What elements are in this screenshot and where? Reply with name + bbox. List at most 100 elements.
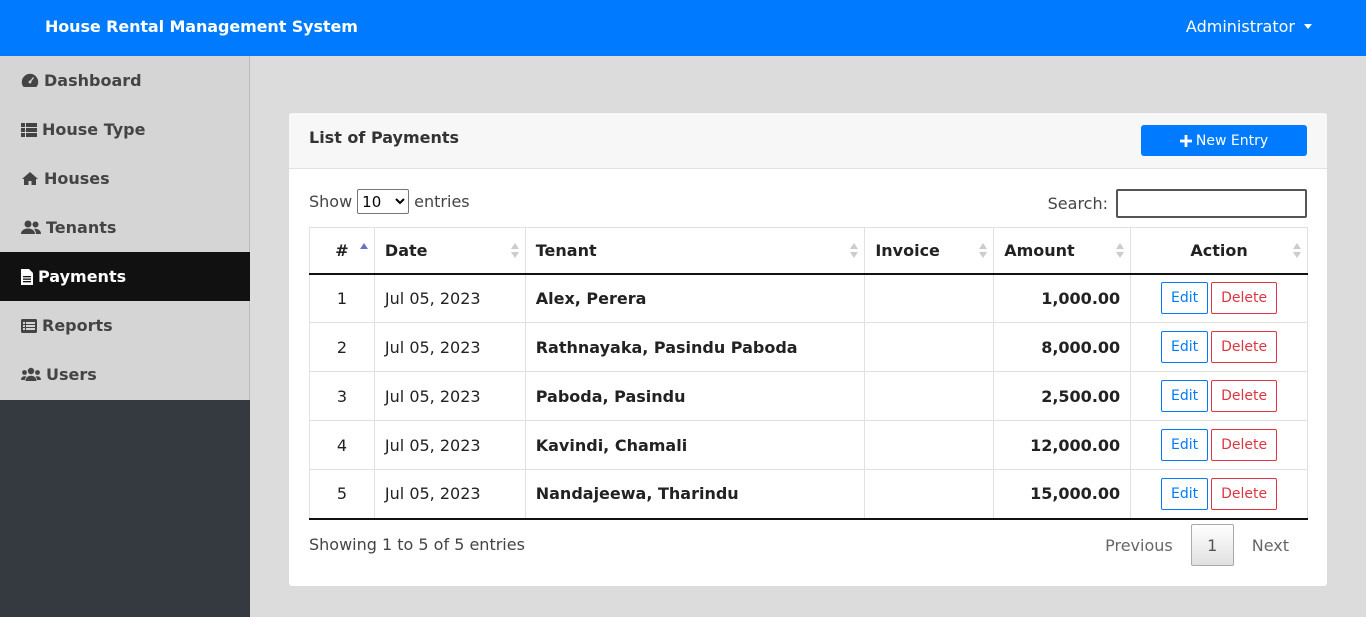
table-info: Showing 1 to 5 of 5 entries — [309, 535, 525, 554]
entries-label: entries — [414, 192, 470, 211]
cell-date: Jul 05, 2023 — [373, 273, 526, 323]
cell-action: Edit Delete — [1130, 322, 1308, 372]
new-entry-label: New Entry — [1195, 132, 1269, 149]
search-label: Search: — [1047, 194, 1108, 213]
cell-num: 1 — [309, 273, 375, 323]
cell-invoice — [864, 420, 995, 470]
users-icon — [21, 367, 41, 381]
sidebar-item-label: House Type — [42, 120, 146, 139]
cell-amount: 15,000.00 — [993, 469, 1132, 520]
user-menu[interactable]: Administrator — [1186, 17, 1312, 36]
table-row: 2 Jul 05, 2023 Rathnayaka, Pasindu Pabod… — [309, 322, 1308, 372]
cell-tenant: Rathnayaka, Pasindu Paboda — [524, 322, 866, 372]
payments-card: List of Payments New Entry Show 10 entri… — [289, 113, 1327, 586]
list-alt-icon — [21, 318, 37, 333]
cell-invoice — [864, 371, 995, 421]
column-header-invoice[interactable]: Invoice — [864, 227, 995, 275]
cell-invoice — [864, 469, 995, 520]
edit-button[interactable]: Edit — [1161, 429, 1209, 461]
cell-num: 4 — [309, 420, 375, 470]
cell-num: 3 — [309, 371, 375, 421]
sidebar-item-dashboard[interactable]: Dashboard — [0, 56, 250, 105]
sidebar-item-houses[interactable]: Houses — [0, 154, 250, 203]
user-name: Administrator — [1185, 17, 1295, 36]
column-header-action[interactable]: Action — [1130, 227, 1308, 275]
card-header: List of Payments New Entry — [289, 113, 1327, 169]
cell-amount: 8,000.00 — [993, 322, 1132, 372]
cell-action: Edit Delete — [1130, 469, 1308, 520]
cell-amount: 2,500.00 — [993, 371, 1132, 421]
th-list-icon — [21, 122, 37, 137]
sidebar-item-label: Dashboard — [44, 71, 142, 90]
page-1-button[interactable]: 1 — [1190, 524, 1234, 566]
file-invoice-icon — [21, 268, 33, 285]
sidebar-item-label: Reports — [42, 316, 113, 335]
cell-date: Jul 05, 2023 — [373, 469, 526, 520]
sort-icon — [979, 243, 988, 259]
cell-num: 5 — [309, 469, 375, 520]
search-control: Search: — [1048, 189, 1307, 218]
sidebar: Dashboard House Type Houses Tenants Paym… — [0, 56, 250, 617]
sort-ascending-icon — [359, 243, 368, 259]
previous-page-button[interactable]: Previous — [1087, 536, 1191, 555]
cell-tenant: Kavindi, Chamali — [524, 420, 866, 470]
payments-table: # Date Tenant Invoice Amount Action 1 Ju… — [309, 227, 1308, 520]
show-label: Show — [309, 192, 353, 211]
cell-tenant: Paboda, Pasindu — [524, 371, 866, 421]
sidebar-item-label: Payments — [38, 267, 127, 286]
user-friends-icon — [21, 220, 41, 234]
cell-date: Jul 05, 2023 — [373, 322, 526, 372]
column-header-date[interactable]: Date — [373, 227, 526, 275]
cell-action: Edit Delete — [1130, 371, 1308, 421]
edit-button[interactable]: Edit — [1161, 282, 1209, 315]
delete-button[interactable]: Delete — [1211, 282, 1278, 315]
plus-icon — [1179, 134, 1192, 147]
cell-amount: 12,000.00 — [993, 420, 1132, 470]
home-icon — [22, 172, 38, 185]
column-header-amount[interactable]: Amount — [993, 227, 1132, 275]
edit-button[interactable]: Edit — [1161, 331, 1209, 363]
card-title: List of Payments — [309, 128, 460, 147]
delete-button[interactable]: Delete — [1211, 380, 1278, 412]
next-page-button[interactable]: Next — [1234, 536, 1307, 555]
page-size-select[interactable]: 10 — [357, 189, 410, 214]
cell-invoice — [864, 273, 995, 323]
sort-icon — [510, 243, 519, 259]
cell-date: Jul 05, 2023 — [373, 420, 526, 470]
sidebar-item-payments[interactable]: Payments — [0, 252, 250, 301]
edit-button[interactable]: Edit — [1161, 477, 1209, 510]
sidebar-item-users[interactable]: Users — [0, 350, 250, 399]
top-navbar: House Rental Management System Administr… — [0, 0, 1366, 56]
cell-date: Jul 05, 2023 — [373, 371, 526, 421]
app-title[interactable]: House Rental Management System — [45, 17, 358, 36]
sidebar-item-house-type[interactable]: House Type — [0, 105, 250, 154]
page-size-control: Show 10 entries — [309, 189, 470, 214]
new-entry-button[interactable]: New Entry — [1141, 125, 1307, 156]
delete-button[interactable]: Delete — [1211, 331, 1278, 363]
edit-button[interactable]: Edit — [1161, 380, 1209, 412]
cell-invoice — [864, 322, 995, 372]
delete-button[interactable]: Delete — [1211, 477, 1278, 510]
tachometer-icon — [21, 73, 39, 87]
cell-amount: 1,000.00 — [993, 273, 1132, 323]
sidebar-menu: Dashboard House Type Houses Tenants Paym… — [0, 56, 250, 400]
table-row: 1 Jul 05, 2023 Alex, Perera 1,000.00 Edi… — [309, 273, 1308, 323]
delete-button[interactable]: Delete — [1211, 429, 1278, 461]
sort-icon — [850, 243, 859, 259]
cell-action: Edit Delete — [1130, 420, 1308, 470]
sidebar-item-label: Users — [46, 365, 97, 384]
column-header-tenant[interactable]: Tenant — [524, 227, 866, 275]
sidebar-item-label: Tenants — [46, 218, 117, 237]
table-row: 3 Jul 05, 2023 Paboda, Pasindu 2,500.00 … — [309, 371, 1308, 421]
table-row: 4 Jul 05, 2023 Kavindi, Chamali 12,000.0… — [309, 420, 1308, 470]
cell-action: Edit Delete — [1130, 273, 1308, 323]
sidebar-item-reports[interactable]: Reports — [0, 301, 250, 350]
sort-icon — [1116, 243, 1125, 259]
column-header-num[interactable]: # — [309, 227, 375, 275]
search-input[interactable] — [1116, 189, 1307, 218]
table-row: 5 Jul 05, 2023 Nandajeewa, Tharindu 15,0… — [309, 469, 1308, 520]
chevron-down-icon — [1304, 24, 1312, 29]
sidebar-item-tenants[interactable]: Tenants — [0, 203, 250, 252]
pagination: Previous 1 Next — [1087, 524, 1307, 566]
sort-icon — [1293, 243, 1301, 259]
